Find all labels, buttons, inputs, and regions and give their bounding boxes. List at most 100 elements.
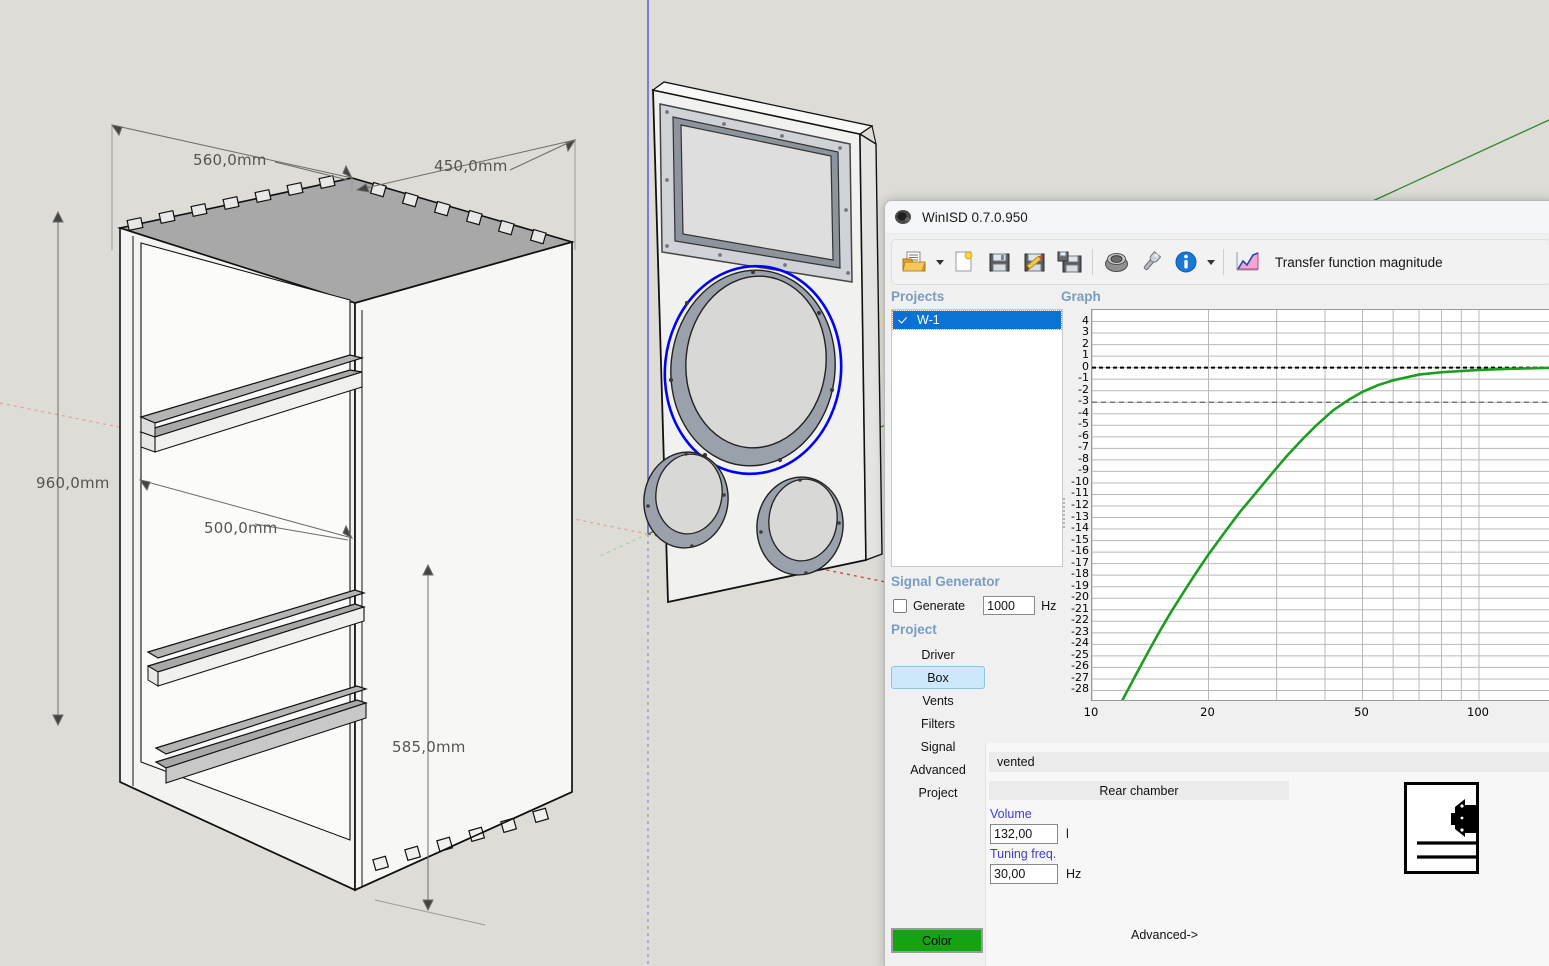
y-tick-label: -25 — [1071, 647, 1089, 661]
nav-filters[interactable]: Filters — [891, 712, 985, 735]
y-tick-label: -4 — [1078, 405, 1089, 419]
y-tick-label: -28 — [1071, 682, 1089, 696]
y-tick-label: -17 — [1071, 555, 1089, 569]
y-tick-label: -3 — [1078, 394, 1089, 408]
y-tick-label: -19 — [1071, 578, 1089, 592]
graph-y-axis-labels: 4 3 2 1 0 -1 -2 -3 -4 -5 -6 -7 -8 -9 -10 -11 -12 -13 -14 -1… — [1061, 309, 1089, 729]
graph-svg — [1092, 310, 1549, 700]
projects-list[interactable]: W-1 — [891, 309, 1063, 567]
y-tick-label: -9 — [1078, 463, 1089, 477]
x-tick-label: 100 — [1467, 705, 1489, 719]
x-tick-label: 20 — [1200, 705, 1215, 719]
alignment-type: vented — [989, 752, 1549, 772]
speaker-icon — [894, 208, 912, 226]
x-tick-label: 50 — [1354, 705, 1369, 719]
speaker-baffle-model — [643, 81, 883, 604]
tuning-frequency-label: Tuning freq. — [990, 847, 1057, 861]
window-title: WinISD 0.7.0.950 — [922, 209, 1028, 225]
wrench-icon[interactable] — [1134, 244, 1168, 280]
info-dropdown-icon[interactable] — [1204, 244, 1217, 280]
open-folder-dropdown-icon[interactable] — [933, 244, 946, 280]
nav-driver[interactable]: Driver — [891, 643, 985, 666]
nav-project[interactable]: Project — [891, 781, 985, 804]
y-tick-label: -18 — [1071, 567, 1089, 581]
y-tick-label: -1 — [1078, 371, 1089, 385]
graph-panel: 4 3 2 1 0 -1 -2 -3 -4 -5 -6 -7 -8 -9 -10 -11 -12 -13 -14 -1… — [1061, 309, 1549, 729]
nav-vents[interactable]: Vents — [891, 689, 985, 712]
nav-box[interactable]: Box — [891, 666, 985, 689]
box-parameters-panel: vented Rear chamber Volume 132,00 l Tuni… — [985, 743, 1549, 966]
info-icon[interactable] — [1169, 244, 1203, 280]
y-tick-label: -20 — [1071, 590, 1089, 604]
y-tick-label: -7 — [1078, 440, 1089, 454]
y-tick-label: -8 — [1078, 451, 1089, 465]
dim-450: 450,0mm — [434, 157, 508, 175]
project-header: Project — [891, 622, 937, 637]
graph-plot-area[interactable] — [1091, 309, 1549, 701]
floppy-pencil-icon[interactable] — [1017, 244, 1051, 280]
y-tick-label: -27 — [1071, 670, 1089, 684]
chart-icon[interactable] — [1230, 244, 1264, 280]
tuning-frequency-unit: Hz — [1066, 867, 1082, 881]
y-tick-label: -23 — [1071, 624, 1089, 638]
project-checkbox[interactable] — [896, 312, 911, 328]
screen: 560,0mm 450,0mm 960,0mm 500,0mm 585,0mm — [0, 0, 1549, 966]
color-button[interactable]: Color — [891, 928, 983, 953]
floppy-disk-icon[interactable] — [982, 244, 1016, 280]
y-tick-label: -14 — [1071, 521, 1089, 535]
y-tick-label: 4 — [1082, 313, 1089, 327]
floppy-stack-icon[interactable] — [1052, 244, 1086, 280]
volume-input[interactable]: 132,00 — [990, 824, 1058, 844]
y-tick-label: -12 — [1071, 498, 1089, 511]
y-tick-label: -6 — [1078, 428, 1089, 442]
project-nav[interactable]: Driver Box Vents Filters Signal Advanced… — [891, 643, 985, 804]
project-list-item[interactable]: W-1 — [892, 310, 1062, 330]
toolbar-separator — [1092, 249, 1093, 275]
y-tick-label: -5 — [1078, 417, 1089, 431]
dim-585: 585,0mm — [392, 738, 466, 756]
y-tick-label: -11 — [1071, 486, 1089, 500]
new-document-icon[interactable] — [947, 244, 981, 280]
winisd-window[interactable]: WinISD 0.7.0.950 Transfer function magni… — [884, 200, 1549, 966]
main-toolbar[interactable]: Transfer function magnitude — [891, 239, 1549, 285]
dim-560: 560,0mm — [193, 151, 267, 169]
signal-generator-panel: Generate 1000 Hz — [893, 596, 1063, 615]
y-tick-label: -22 — [1071, 613, 1089, 627]
projects-header: Projects — [891, 289, 945, 304]
generate-frequency-input[interactable]: 1000 — [983, 596, 1036, 615]
y-tick-label: -21 — [1071, 601, 1089, 615]
nav-signal[interactable]: Signal — [891, 735, 985, 758]
y-tick-label: -16 — [1071, 544, 1089, 558]
rear-chamber-header: Rear chamber — [989, 781, 1289, 800]
generate-checkbox[interactable] — [893, 598, 907, 613]
nav-advanced[interactable]: Advanced — [891, 758, 985, 781]
y-tick-label: 3 — [1082, 325, 1089, 339]
y-tick-label: -10 — [1071, 474, 1089, 488]
window-titlebar[interactable]: WinISD 0.7.0.950 — [885, 201, 1549, 234]
y-tick-label: -24 — [1071, 636, 1089, 650]
volume-label: Volume — [990, 807, 1032, 821]
x-tick-label: 10 — [1083, 705, 1099, 719]
y-tick-label: -26 — [1071, 659, 1089, 673]
vented-box-schematic-icon — [1404, 782, 1479, 874]
generate-frequency-unit: Hz — [1041, 598, 1057, 613]
dim-960: 960,0mm — [36, 474, 110, 492]
y-tick-label: 2 — [1082, 336, 1089, 350]
graph-type-label: Transfer function magnitude — [1275, 254, 1443, 270]
y-tick-label: -15 — [1071, 532, 1089, 546]
tuning-frequency-input[interactable]: 30,00 — [990, 864, 1058, 884]
generate-label: Generate — [913, 598, 966, 613]
open-folder-icon[interactable] — [898, 244, 932, 280]
advanced-link[interactable]: Advanced-> — [1131, 928, 1198, 942]
toolbar-separator-2 — [1223, 249, 1224, 275]
y-tick-label: -2 — [1078, 382, 1089, 396]
speaker-driver-icon[interactable] — [1099, 244, 1133, 280]
dim-500: 500,0mm — [204, 519, 278, 537]
y-tick-label: -13 — [1071, 509, 1089, 523]
project-name: W-1 — [917, 313, 940, 327]
y-tick-label: 0 — [1082, 359, 1089, 373]
signal-generator-header: Signal Generator — [891, 574, 1000, 589]
graph-x-axis-labels: 10 20 50 100 — [1084, 705, 1549, 723]
graph-header: Graph — [1061, 289, 1101, 304]
volume-unit: l — [1066, 827, 1069, 841]
